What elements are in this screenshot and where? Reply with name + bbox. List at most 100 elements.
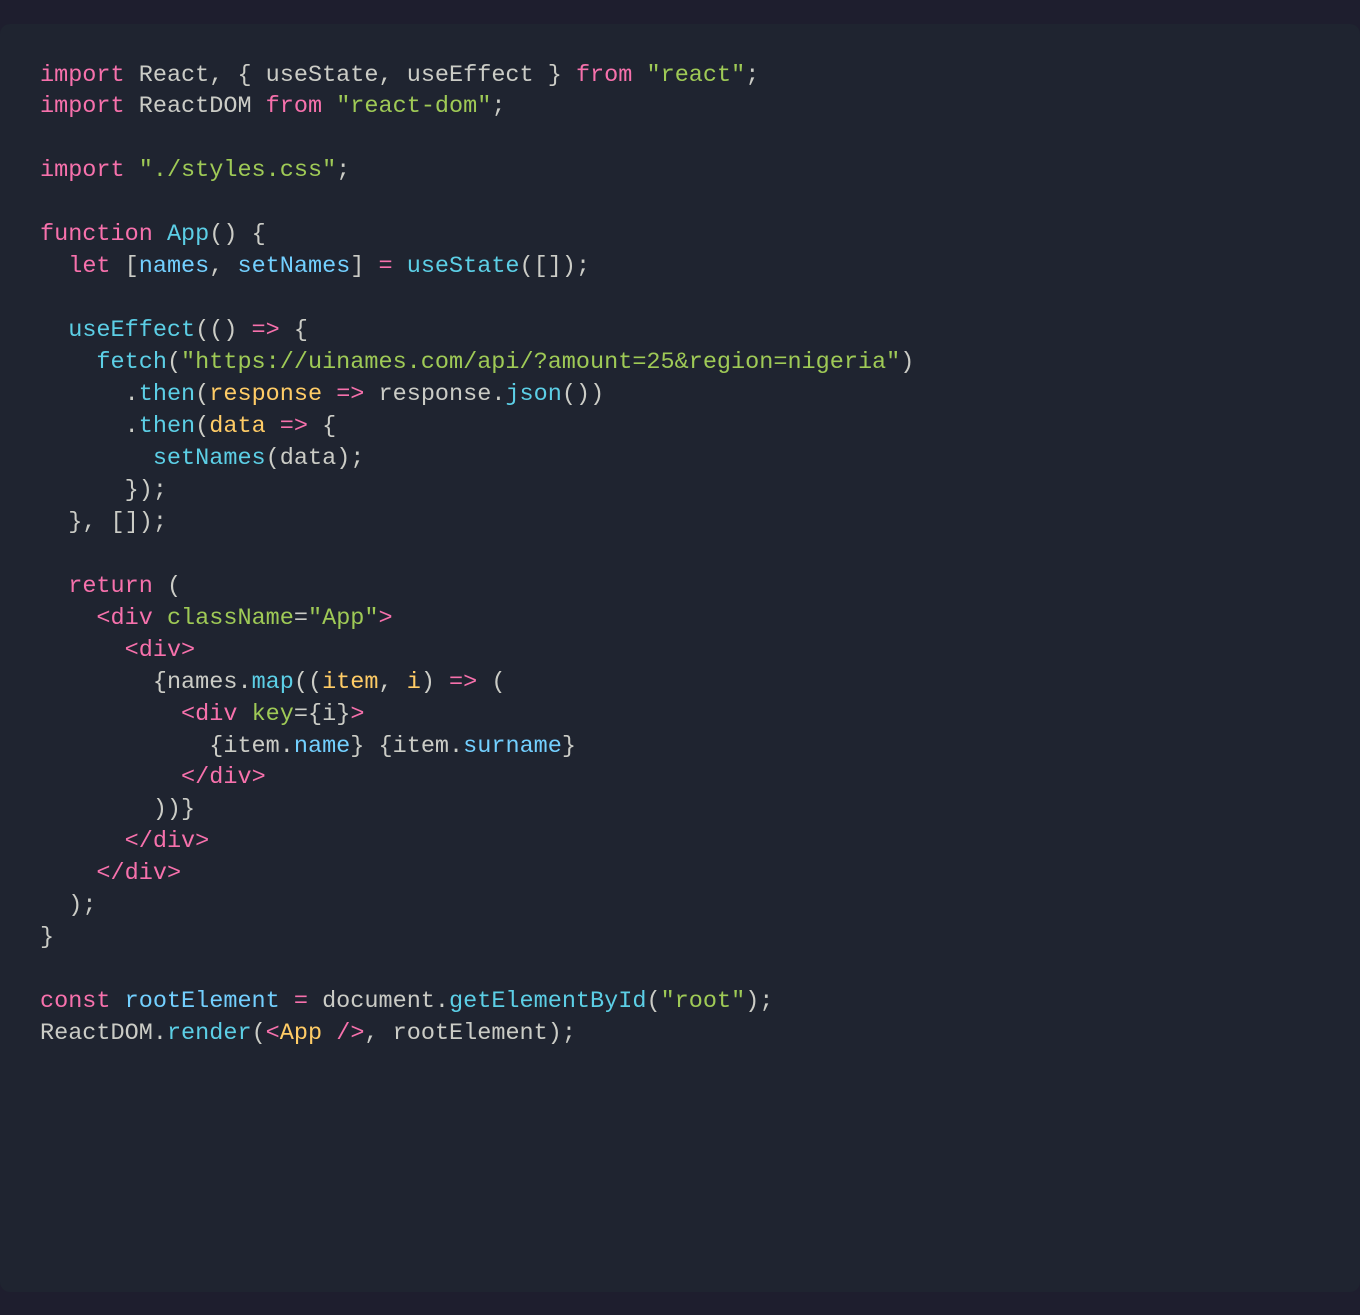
- punct-bracket: [: [111, 253, 139, 280]
- ident-reactdom: ReactDOM: [139, 93, 252, 120]
- jsx-open: <: [125, 637, 139, 664]
- code-line: <div className="App">: [40, 605, 393, 632]
- jsx-open: </: [181, 764, 209, 791]
- op-arrow: =>: [266, 413, 322, 440]
- punct-brace: {: [379, 733, 393, 760]
- punct: ()): [562, 381, 604, 408]
- ident-data: data: [280, 445, 336, 472]
- code-line: .then(data => {: [40, 413, 336, 440]
- keyword-import: import: [40, 157, 125, 184]
- code-line: let [names, setNames] = useState([]);: [40, 253, 590, 280]
- code-line: ReactDOM.render(<App />, rootElement);: [40, 1020, 576, 1047]
- code-line: function App() {: [40, 221, 266, 248]
- keyword-const: const: [40, 988, 111, 1015]
- punct: );: [68, 892, 96, 919]
- punct-dot: .: [237, 669, 251, 696]
- func-then: then: [139, 381, 195, 408]
- func-getelementbyid: getElementById: [449, 988, 646, 1015]
- jsx-open: </: [125, 828, 153, 855]
- jsx-close: >: [167, 860, 181, 887]
- ident-useeffect: useEffect: [393, 62, 534, 89]
- string-react: "react": [646, 62, 745, 89]
- punct-comma: ,: [209, 62, 223, 89]
- code-line: <div key={i}>: [40, 701, 364, 728]
- ident-item: item: [223, 733, 279, 760]
- jsx-attr-key: key: [252, 701, 294, 728]
- punct-dot: .: [449, 733, 463, 760]
- jsx-close: >: [350, 701, 364, 728]
- punct-dot: .: [280, 733, 294, 760]
- ident-response: response: [379, 381, 492, 408]
- punct-brace: }: [534, 62, 576, 89]
- code-line: ))}: [40, 796, 195, 823]
- func-useeffect: useEffect: [68, 317, 195, 344]
- keyword-import: import: [40, 62, 125, 89]
- ident-names: names: [139, 253, 210, 280]
- jsx-tag-div: div: [195, 701, 237, 728]
- keyword-from: from: [576, 62, 632, 89]
- ident-react: React: [139, 62, 210, 89]
- keyword-return: return: [68, 573, 153, 600]
- code-editor[interactable]: import React, { useState, useEffect } fr…: [0, 24, 1360, 1292]
- code-line: <div>: [40, 637, 195, 664]
- func-render: render: [167, 1020, 252, 1047]
- punct: ))}: [153, 796, 195, 823]
- jsx-close: >: [195, 828, 209, 855]
- punct-semi: ;: [336, 157, 350, 184]
- string-root: "root": [661, 988, 746, 1015]
- punct: (: [195, 381, 209, 408]
- punct-brace: {: [294, 317, 308, 344]
- string-styles: "./styles.css": [139, 157, 336, 184]
- punct-brace: {: [153, 669, 167, 696]
- jsx-tag-div: div: [139, 637, 181, 664]
- punct-semi: ;: [491, 93, 505, 120]
- jsx-tag-div: div: [125, 860, 167, 887]
- punct-brace: {: [209, 733, 223, 760]
- keyword-function: function: [40, 221, 153, 248]
- punct: ((): [195, 317, 237, 344]
- op-arrow: =>: [322, 381, 378, 408]
- jsx-open: </: [96, 860, 124, 887]
- func-setnames: setNames: [153, 445, 266, 472]
- punct-eq: =: [294, 605, 308, 632]
- param-response: response: [209, 381, 322, 408]
- punct-dot: .: [435, 988, 449, 1015]
- code-line: }, []);: [40, 509, 167, 536]
- punct: (: [491, 669, 505, 696]
- ident-rootelement: rootElement: [125, 988, 280, 1015]
- punct: (: [153, 573, 181, 600]
- jsx-close: >: [252, 764, 266, 791]
- punct: }, []);: [68, 509, 167, 536]
- ident-document: document: [322, 988, 435, 1015]
- param-item: item: [322, 669, 378, 696]
- code-line: </div>: [40, 764, 266, 791]
- code-line: {names.map((item, i) => (: [40, 669, 505, 696]
- punct-brace: {: [322, 413, 336, 440]
- punct-dot: .: [153, 1020, 167, 1047]
- punct-eq: =: [294, 701, 308, 728]
- punct-semi: ;: [745, 62, 759, 89]
- punct-dot: .: [125, 381, 139, 408]
- jsx-open: <: [266, 1020, 280, 1047]
- punct: (: [167, 349, 181, 376]
- ident-setnames: setNames: [223, 253, 350, 280]
- code-line: const rootElement = document.getElementB…: [40, 988, 773, 1015]
- punct-bracket: ]: [350, 253, 364, 280]
- code-line: </div>: [40, 828, 209, 855]
- keyword-let: let: [68, 253, 110, 280]
- func-map: map: [252, 669, 294, 696]
- op-arrow: =>: [237, 317, 293, 344]
- punct-comma: ,: [364, 1020, 378, 1047]
- keyword-from: from: [266, 93, 322, 120]
- punct-brace: }: [350, 733, 364, 760]
- punct: );: [336, 445, 364, 472]
- code-line: setNames(data);: [40, 445, 364, 472]
- ident-usestate: useState: [266, 62, 379, 89]
- punct-brace: }: [562, 733, 576, 760]
- punct-dot: .: [491, 381, 505, 408]
- code-line: });: [40, 477, 167, 504]
- jsx-slash: /: [322, 1020, 350, 1047]
- jsx-tag-div: div: [153, 828, 195, 855]
- punct: (: [252, 1020, 266, 1047]
- jsx-close: >: [379, 605, 393, 632]
